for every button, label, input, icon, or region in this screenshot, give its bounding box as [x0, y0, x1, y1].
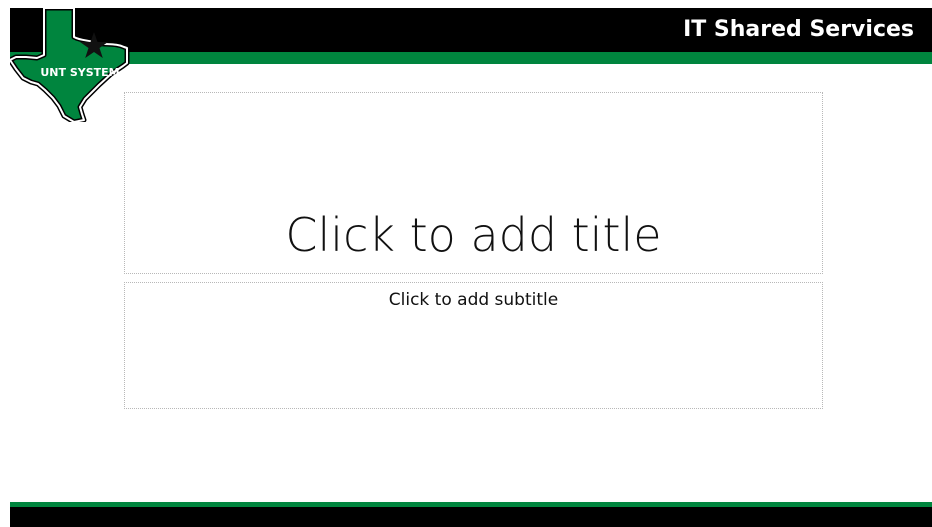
logo-label: UNT SYSTEM [40, 66, 120, 79]
title-placeholder-text: Click to add title [285, 208, 662, 262]
header-accent-stripe [10, 52, 932, 64]
footer-bar [10, 507, 932, 527]
slide-canvas: IT Shared Services UNT SYSTEM Click to a… [0, 0, 932, 527]
unt-system-logo: UNT SYSTEM [7, 5, 134, 125]
subtitle-placeholder-text: Click to add subtitle [388, 290, 559, 310]
subtitle-placeholder[interactable]: Click to add subtitle [124, 282, 823, 409]
title-placeholder[interactable]: Click to add title [124, 92, 823, 274]
header-title: IT Shared Services [683, 17, 914, 42]
texas-map-icon [7, 5, 130, 125]
